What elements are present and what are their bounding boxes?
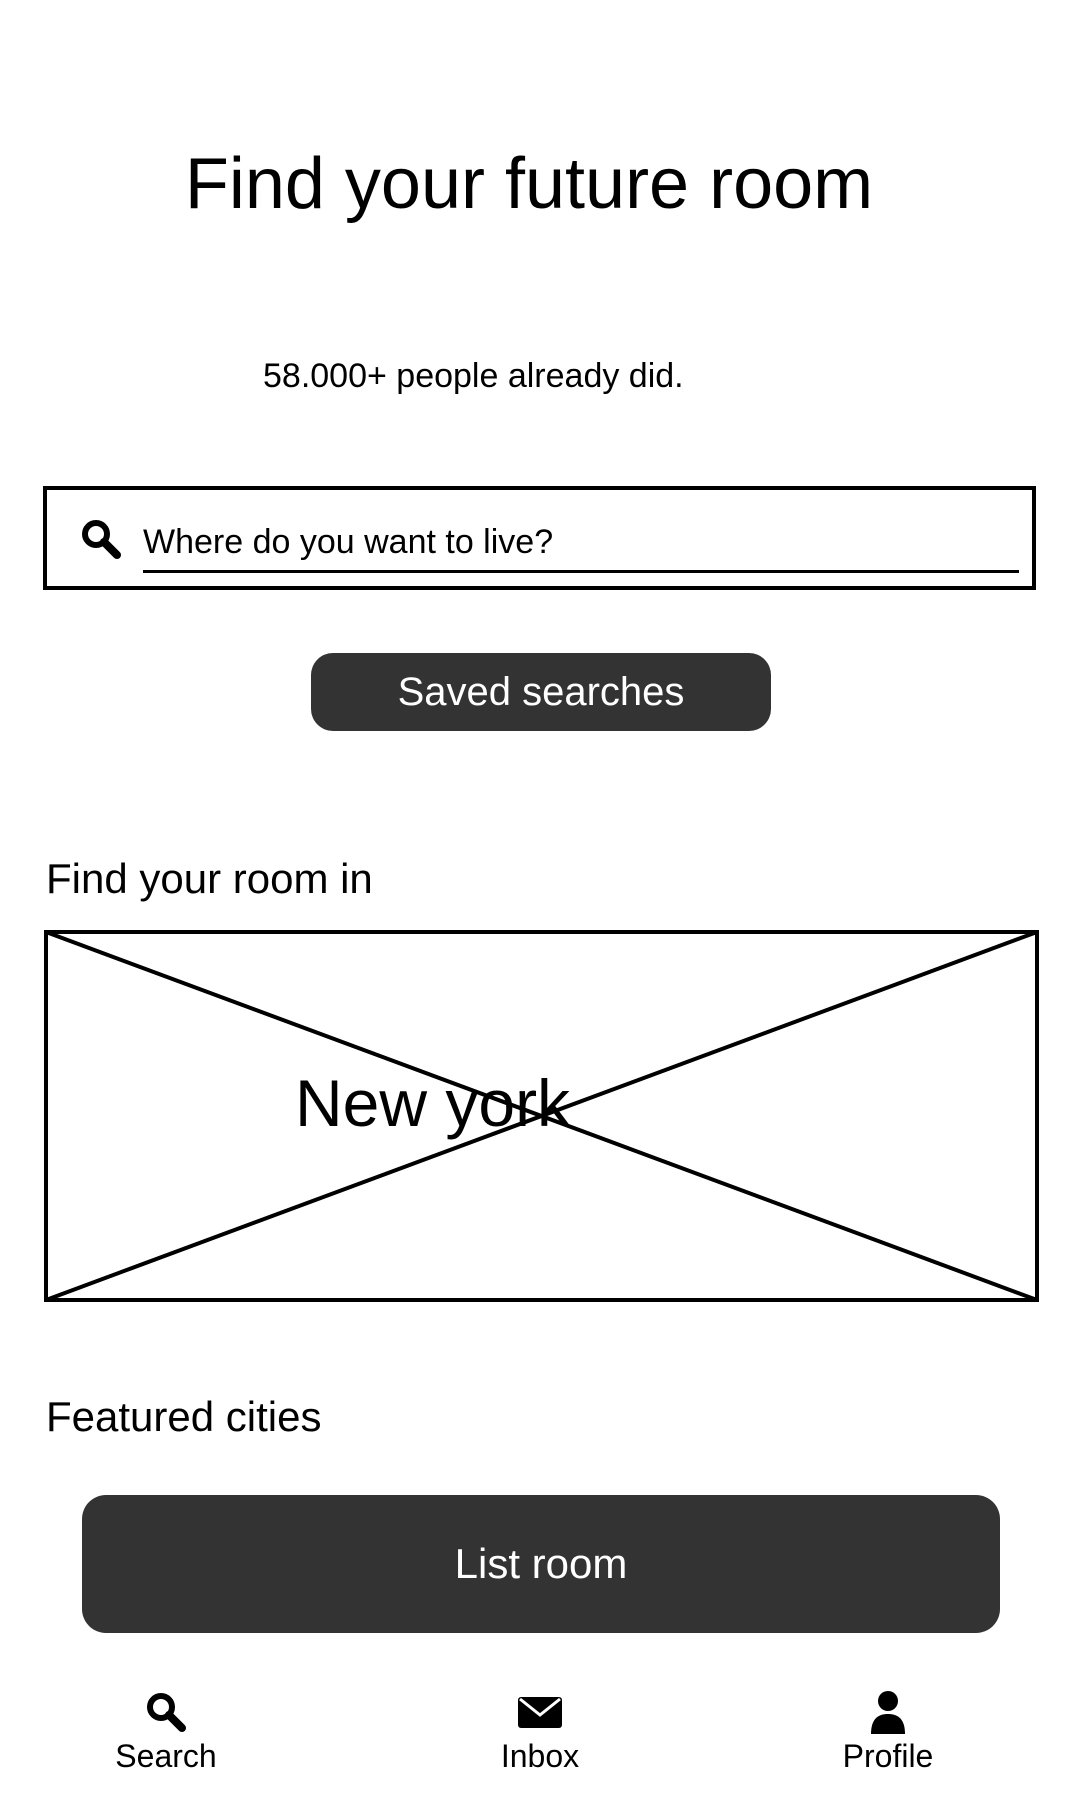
saved-searches-button[interactable]: Saved searches (311, 653, 771, 731)
page-subtitle: 58.000+ people already did. (263, 357, 684, 395)
featured-cities-heading: Featured cities (46, 1393, 322, 1440)
page-title: Find your future room (184, 144, 874, 224)
list-room-button[interactable]: List room (82, 1495, 1000, 1633)
city-section-heading: Find your room in (46, 855, 373, 902)
search-input[interactable] (143, 515, 1019, 573)
nav-label-search: Search (115, 1738, 217, 1774)
search-icon (82, 520, 121, 559)
envelope-icon (518, 1697, 562, 1728)
nav-item-profile[interactable]: Profile (778, 1690, 998, 1790)
user-icon (871, 1691, 905, 1734)
list-room-label: List room (454, 1540, 628, 1587)
saved-searches-label: Saved searches (397, 669, 685, 714)
city-label: New york (295, 1066, 571, 1140)
nav-label-profile: Profile (842, 1738, 934, 1774)
nav-label-inbox: Inbox (500, 1738, 580, 1774)
nav-item-search[interactable]: Search (56, 1690, 276, 1790)
search-icon (147, 1693, 186, 1732)
nav-item-inbox[interactable]: Inbox (430, 1690, 650, 1790)
